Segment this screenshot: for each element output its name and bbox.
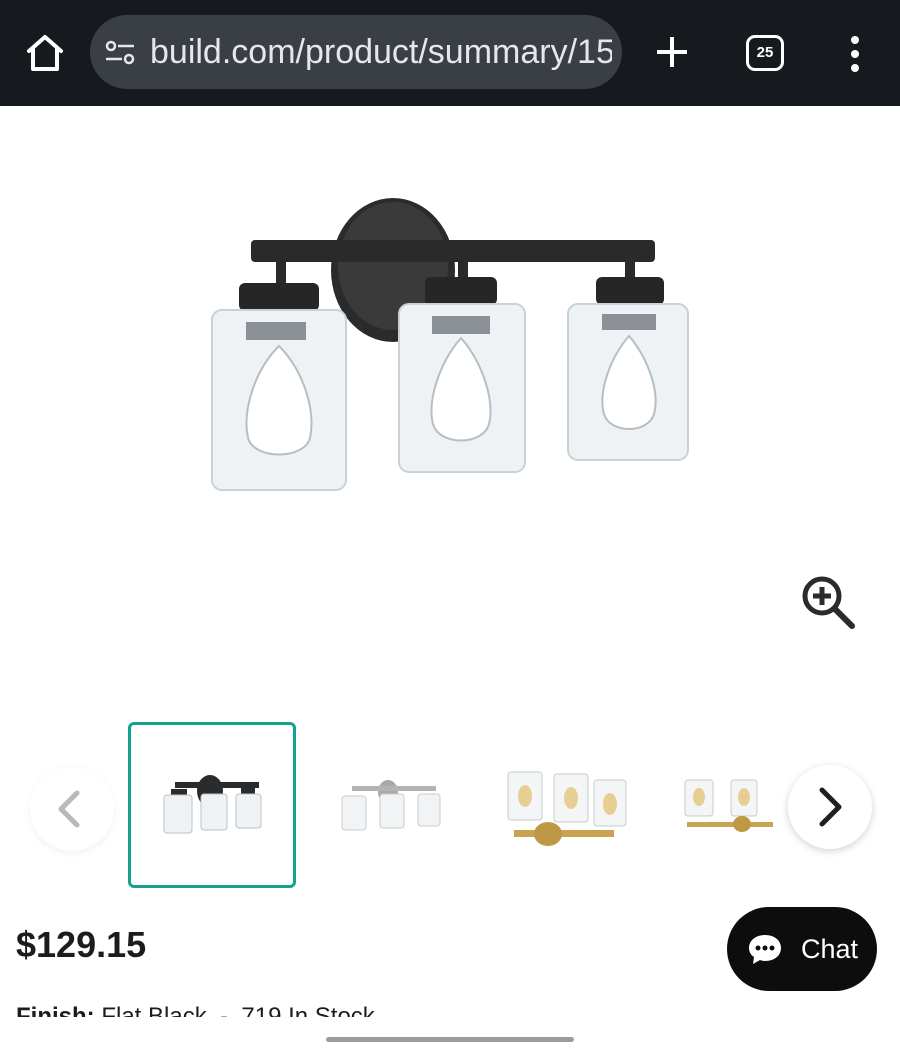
carousel-prev-button[interactable] xyxy=(30,767,114,851)
zoom-button[interactable] xyxy=(798,572,858,632)
home-icon xyxy=(27,35,63,71)
separator: - xyxy=(213,1003,235,1017)
address-bar[interactable]: build.com/product/summary/15 xyxy=(90,15,622,89)
thumbnail-satin-brass-up[interactable] xyxy=(482,722,650,888)
carousel-next-button[interactable] xyxy=(788,765,872,849)
home-button[interactable] xyxy=(22,30,68,76)
chevron-right-icon xyxy=(819,787,842,827)
new-tab-button[interactable] xyxy=(652,32,692,72)
product-price: $129.15 xyxy=(16,924,147,965)
finish-label: Finish: xyxy=(16,1003,95,1017)
tab-switcher-button[interactable]: 25 xyxy=(746,35,784,71)
finish-value: Flat Black xyxy=(101,1003,207,1017)
chat-bubble-icon xyxy=(749,935,781,964)
plus-icon xyxy=(657,37,687,67)
zoom-in-icon xyxy=(802,576,855,629)
thumbnail-brushed-nickel[interactable] xyxy=(308,722,476,888)
product-main-image[interactable] xyxy=(150,170,750,540)
stock-status: 719 In Stock xyxy=(241,1003,375,1017)
more-vert-icon xyxy=(851,36,859,72)
gesture-home-indicator[interactable] xyxy=(326,1037,574,1042)
browser-menu-button[interactable] xyxy=(840,34,870,74)
browser-toolbar: build.com/product/summary/15 25 xyxy=(0,0,900,106)
url-text[interactable]: build.com/product/summary/15 xyxy=(150,15,612,89)
chevron-left-icon xyxy=(58,790,80,828)
tune-icon[interactable] xyxy=(104,39,136,67)
chat-label: Chat xyxy=(801,934,859,964)
chat-button[interactable]: Chat xyxy=(727,907,877,991)
finish-summary[interactable]: Finish: Flat Black - 719 In Stock xyxy=(16,1003,375,1017)
thumbnail-flat-black[interactable] xyxy=(128,722,296,888)
